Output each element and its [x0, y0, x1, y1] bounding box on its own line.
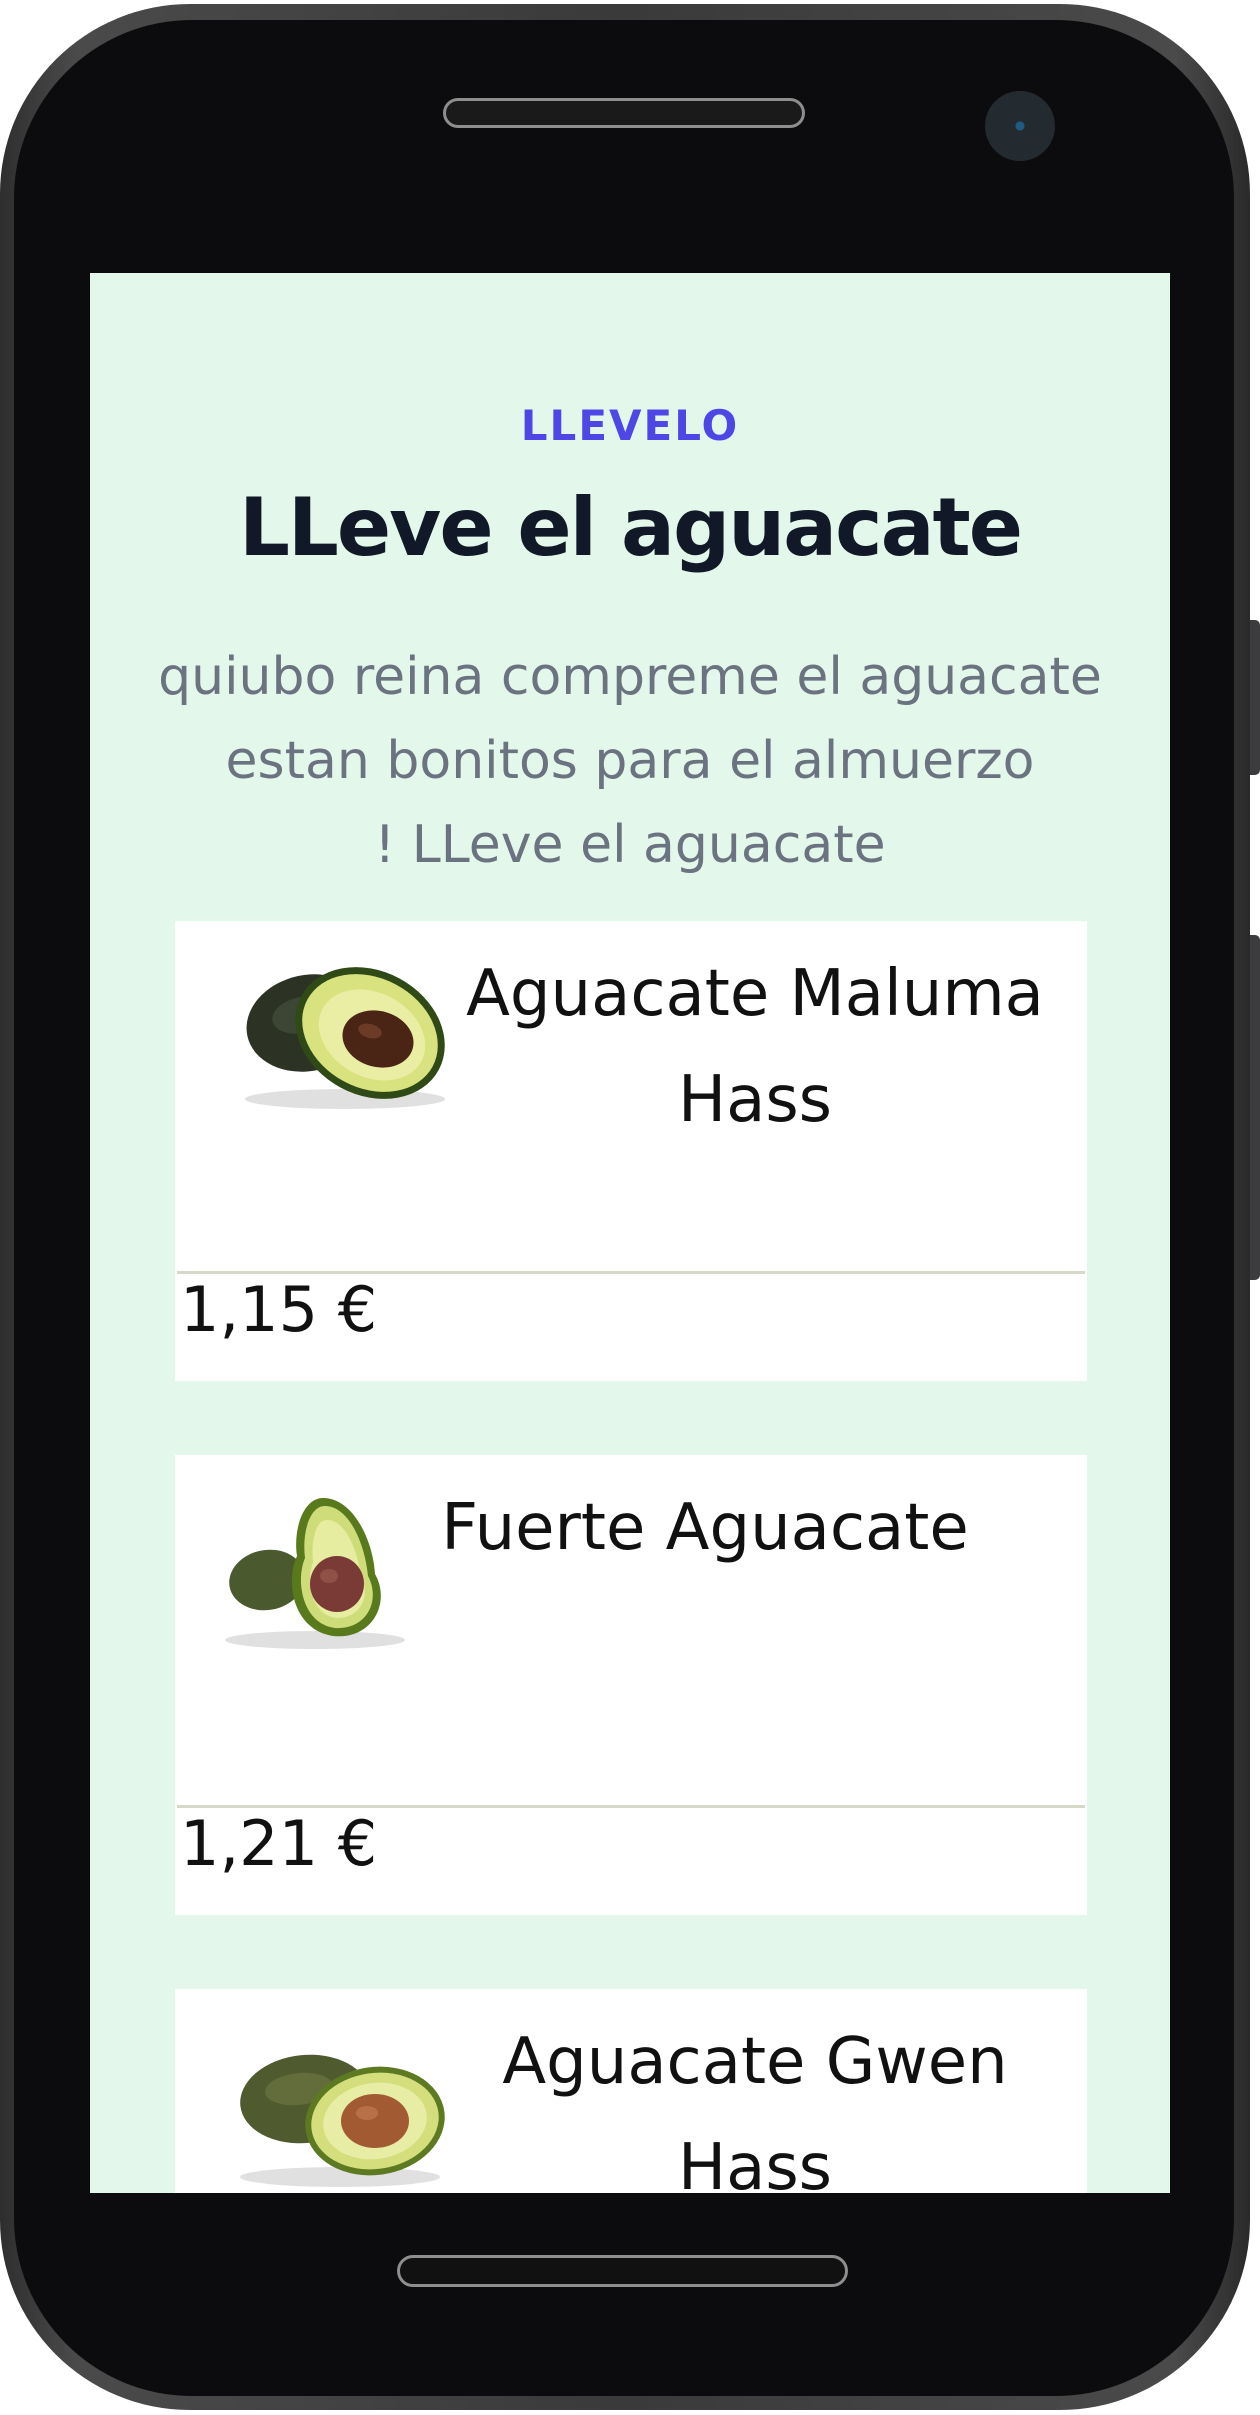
product-name: Fuerte Aguacate — [405, 1475, 1005, 1581]
app-screen: LLEVELO LLeve el aguacate quiubo reina c… — [90, 273, 1170, 2193]
product-name: Aguacate Gwen Hass — [455, 2009, 1055, 2193]
front-camera-icon — [985, 91, 1055, 161]
subtitle-line: ! LLeve el aguacate — [374, 815, 886, 875]
subtitle-line: estan bonitos para el almuerzo — [225, 731, 1035, 791]
phone-frame: LLEVELO LLeve el aguacate quiubo reina c… — [0, 0, 1260, 2415]
product-name-line: Aguacate Gwen — [502, 2025, 1008, 2099]
product-name-line: Fuerte Aguacate — [441, 1491, 969, 1565]
product-name-line: Hass — [677, 1063, 833, 1137]
section-eyebrow: LLEVELO — [520, 401, 740, 450]
product-card[interactable]: Aguacate Maluma Hass 1,15 € — [175, 921, 1087, 1381]
page-subtitle: quiubo reina compreme el aguacate estan … — [130, 635, 1130, 887]
avocado-gwen-image — [240, 2054, 445, 2187]
avocado-maluma-image — [245, 967, 445, 1109]
product-name: Aguacate Maluma Hass — [435, 941, 1075, 1153]
product-price: 1,21 € — [180, 1807, 378, 1880]
subtitle-line: quiubo reina compreme el aguacate — [158, 647, 1102, 707]
page-title: LLeve el aguacate — [238, 481, 1023, 574]
product-name-line: Aguacate Maluma — [466, 957, 1044, 1031]
product-card[interactable]: Aguacate Gwen Hass — [175, 1989, 1087, 2193]
avocado-fuerte-image — [225, 1498, 405, 1649]
product-price: 1,15 € — [180, 1273, 378, 1346]
speaker-grille — [443, 98, 805, 128]
home-button[interactable] — [397, 2255, 848, 2287]
product-card[interactable]: Fuerte Aguacate 1,21 € — [175, 1455, 1087, 1915]
product-name-line: Hass — [677, 2131, 833, 2193]
